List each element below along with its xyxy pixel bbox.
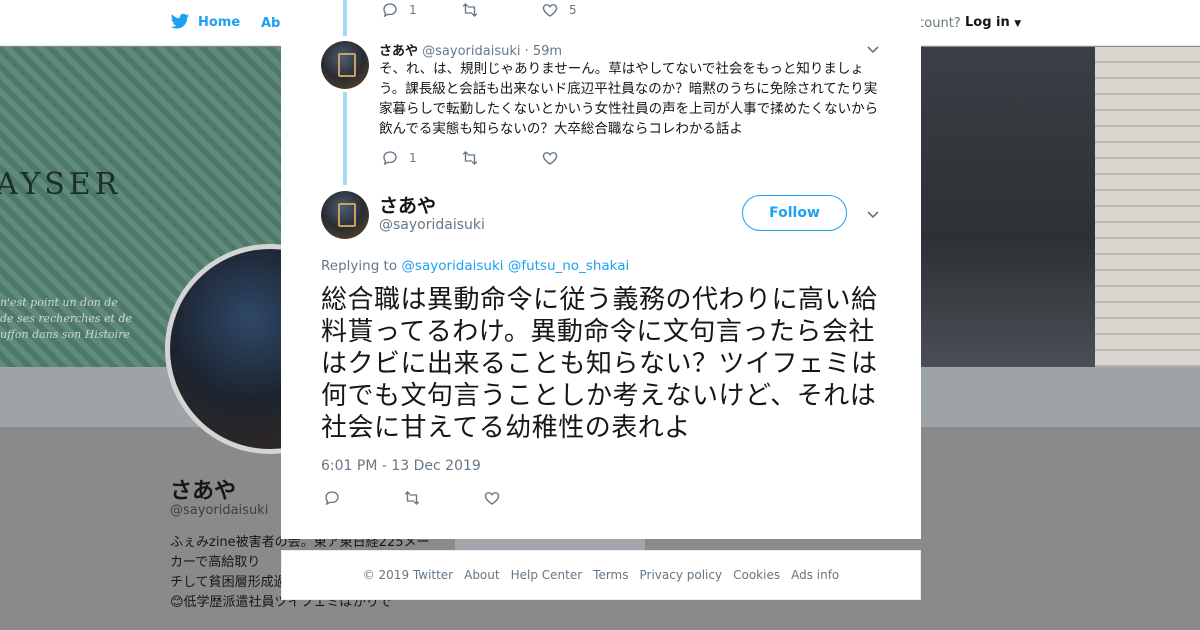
thread-connector	[343, 0, 347, 36]
retweet-button[interactable]	[461, 1, 541, 19]
twitter-bird-icon	[170, 13, 190, 29]
reply-button[interactable]	[323, 489, 403, 507]
main-tweet-avatar[interactable]	[321, 191, 369, 239]
like-icon	[542, 152, 558, 165]
nav-home-link[interactable]: Home	[170, 13, 240, 31]
reply-icon	[325, 491, 339, 506]
previous-tweet-actions: 1 5	[381, 1, 621, 19]
replying-to-user-link[interactable]: @sayoridaisuki	[401, 258, 503, 274]
reply-tweet-text: そ、れ、は、規則じゃありませーん。草はやしてないで社会をもっと知りましょう。課長…	[379, 61, 879, 137]
reply-icon	[383, 151, 397, 166]
like-count: 5	[569, 3, 577, 17]
reply-button[interactable]: 1	[381, 1, 461, 19]
main-tweet-actions	[323, 489, 563, 507]
thread-connector	[343, 92, 347, 185]
close-icon[interactable]: ✕	[1150, 10, 1182, 42]
replying-to-prefix: Replying to	[321, 258, 398, 274]
retweet-button[interactable]	[403, 489, 483, 507]
caret-down-icon: ▼	[1014, 19, 1022, 29]
banner-quote-line: n'est point un don de	[0, 296, 118, 309]
footer-link-ads-info[interactable]: Ads info	[791, 568, 839, 582]
like-icon	[484, 492, 500, 505]
reply-tweet-avatar[interactable]	[321, 41, 369, 89]
banner-wall-area	[1095, 47, 1200, 367]
modal-footer: © 2019 Twitter About Help Center Terms P…	[281, 550, 921, 600]
reply-tweet-name[interactable]: さあや	[379, 44, 418, 59]
footer-link-cookies[interactable]: Cookies	[733, 568, 780, 582]
footer-link-about[interactable]: About	[464, 568, 499, 582]
like-icon	[542, 4, 558, 17]
login-dropdown[interactable]: Log in ▼	[965, 15, 1021, 30]
chevron-down-icon[interactable]	[866, 42, 880, 56]
like-button[interactable]	[541, 149, 621, 167]
like-button[interactable]: 5	[541, 1, 621, 19]
reply-tweet-actions: 1	[381, 149, 621, 167]
banner-quote: n'est point un don de de ses recherches …	[0, 295, 132, 343]
reply-tweet-header: さあや @sayoridaisuki · 59m	[379, 40, 562, 59]
profile-handle: @sayoridaisuki	[170, 503, 269, 518]
follow-button[interactable]: Follow	[742, 195, 847, 231]
footer-link-help-center[interactable]: Help Center	[511, 568, 583, 582]
main-tweet-text: 総合職は異動命令に従う義務の代わりに高い給料貰ってるわけ。異動命令に文句言ったら…	[321, 285, 878, 443]
retweet-icon	[462, 3, 478, 17]
reply-button[interactable]: 1	[381, 149, 461, 167]
banner-brand-text: AYSER	[0, 167, 122, 202]
banner-quote-line: de ses recherches et de	[0, 312, 132, 325]
reply-count: 1	[409, 151, 417, 165]
main-tweet-handle[interactable]: @sayoridaisuki	[379, 217, 485, 233]
footer-link-terms[interactable]: Terms	[593, 568, 628, 582]
reply-tweet-time[interactable]: · 59m	[525, 44, 562, 59]
footer-copyright: © 2019 Twitter	[362, 568, 454, 582]
main-tweet-timestamp[interactable]: 6:01 PM - 13 Dec 2019	[321, 458, 481, 474]
reply-tweet-handle[interactable]: @sayoridaisuki	[422, 44, 520, 59]
reply-count: 1	[409, 3, 417, 17]
reply-icon	[383, 3, 397, 18]
retweet-icon	[404, 491, 420, 505]
login-label: Log in	[965, 15, 1010, 30]
main-tweet-name[interactable]: さあや	[379, 191, 436, 218]
retweet-icon	[462, 151, 478, 165]
like-button[interactable]	[483, 489, 563, 507]
nav-home-label: Home	[198, 14, 241, 30]
profile-name: さあや	[170, 479, 237, 504]
retweet-button[interactable]	[461, 149, 541, 167]
footer-link-privacy[interactable]: Privacy policy	[640, 568, 723, 582]
tweet-modal: 1 5 さあや @sayoridaisuki · 59m そ、れ、は、規則じゃあ…	[281, 0, 921, 539]
chevron-down-icon[interactable]	[866, 207, 880, 221]
banner-quote-line: uffon dans son Histoire	[0, 328, 130, 341]
replying-to-line: Replying to @sayoridaisuki @futsu_no_sha…	[321, 258, 629, 274]
replying-to-user-link[interactable]: @futsu_no_shakai	[508, 258, 629, 274]
